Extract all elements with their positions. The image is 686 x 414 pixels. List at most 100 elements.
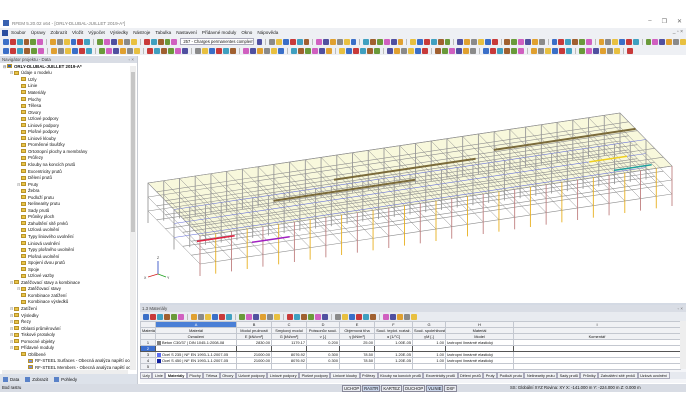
cell-name[interactable]: Ocel S 450 | NF EN 1993-1-1:2007-05 [155, 357, 237, 364]
expand-icon[interactable]: ⊟ [10, 70, 13, 75]
toolbar-button-icon[interactable] [559, 47, 565, 54]
menu-item-6[interactable]: Nástroje [133, 30, 150, 35]
toolbar-button-icon[interactable] [216, 47, 222, 54]
toolbar-button-icon[interactable] [612, 38, 619, 45]
toolbar-button-icon[interactable] [397, 38, 404, 45]
toolbar-button-icon[interactable] [600, 47, 606, 54]
toolbar-button-icon[interactable] [243, 47, 249, 54]
load-case-select[interactable]: 257 - Charges permanentes compleme [180, 38, 254, 45]
toolbar-button-icon[interactable] [323, 38, 330, 45]
toolbar-button-icon[interactable] [572, 38, 578, 45]
sheet-tab-4[interactable]: Tělesa [203, 372, 220, 379]
status-toggle-ouchop[interactable]: OUCHOP [402, 385, 426, 392]
toolbar-button-icon[interactable] [308, 313, 314, 320]
toolbar-button-icon[interactable] [250, 47, 256, 54]
toolbar-button-icon[interactable] [182, 47, 188, 54]
toolbar-button-icon[interactable] [619, 38, 625, 45]
toolbar-button-icon[interactable] [72, 47, 78, 54]
toolbar-button-icon[interactable] [287, 313, 293, 320]
toolbar-button-icon[interactable] [168, 47, 174, 54]
toolbar-button-icon[interactable] [260, 313, 266, 320]
toolbar-button-icon[interactable] [24, 47, 30, 54]
toolbar-button-icon[interactable] [264, 47, 270, 54]
toolbar-button-icon[interactable] [456, 47, 462, 54]
toolbar-button-icon[interactable] [157, 313, 163, 320]
sheet-tab-19[interactable]: Zahuštění sítě prvků [598, 372, 638, 379]
toolbar-button-icon[interactable] [464, 38, 471, 45]
toolbar-button-icon[interactable] [99, 47, 105, 54]
cell-comment[interactable] [513, 363, 681, 370]
close-button[interactable]: ✕ [677, 18, 682, 25]
toolbar-button-icon[interactable] [551, 38, 558, 45]
toolbar-button-icon[interactable] [143, 313, 149, 320]
sheet-tab-10[interactable]: Průřezy [359, 372, 378, 379]
toolbar-button-icon[interactable] [645, 38, 652, 45]
toolbar-button-icon[interactable] [56, 38, 63, 45]
cell-nu[interactable] [306, 363, 340, 370]
cell-gm[interactable] [412, 363, 446, 370]
sheet-tab-13[interactable]: Dělení prutů [457, 372, 484, 379]
toolbar-button-icon[interactable] [154, 47, 160, 54]
toolbar-button-icon[interactable] [202, 47, 208, 54]
menu-item-0[interactable]: Soubor [11, 30, 26, 35]
toolbar-button-icon[interactable] [593, 47, 599, 54]
mdi-controls[interactable]: _ ▫ × [673, 29, 683, 35]
toolbar-button-icon[interactable] [175, 47, 181, 54]
toolbar-button-icon[interactable] [484, 38, 491, 45]
toolbar-button-icon[interactable] [223, 47, 229, 54]
toolbar-button-icon[interactable] [394, 47, 400, 54]
toolbar-button-icon[interactable] [117, 38, 124, 45]
toolbar-button-icon[interactable] [408, 47, 414, 54]
toolbar-button-icon[interactable] [627, 47, 633, 54]
cell-name[interactable]: Ocel S 235 | NF EN 1993-1-1:2007-05 [155, 351, 237, 358]
toolbar-button-icon[interactable] [401, 47, 407, 54]
toolbar-button-icon[interactable] [289, 38, 296, 45]
sheet-tab-2[interactable]: Materiály [165, 372, 187, 379]
toolbar-button-icon[interactable] [422, 47, 428, 54]
toolbar-button-icon[interactable] [246, 313, 252, 320]
expand-icon[interactable]: ⊟ [10, 313, 13, 318]
toolbar-button-icon[interactable] [124, 38, 131, 45]
toolbar-button-icon[interactable] [110, 38, 117, 45]
toolbar-button-icon[interactable] [353, 47, 359, 54]
toolbar-button-icon[interactable] [326, 47, 332, 54]
status-toggle-rastr[interactable]: RASTR [362, 385, 381, 392]
expand-icon[interactable]: ⊟ [10, 326, 13, 331]
toolbar-button-icon[interactable] [397, 313, 403, 320]
toolbar-button-icon[interactable] [3, 38, 9, 45]
sheet-tab-7[interactable]: Liniové podpory [267, 372, 300, 379]
toolbar-button-icon[interactable] [552, 47, 558, 54]
toolbar-button-icon[interactable] [417, 38, 424, 45]
toolbar-button-icon[interactable] [147, 47, 153, 54]
sheet-tab-14[interactable]: Pruty [483, 372, 498, 379]
toolbar-button-icon[interactable] [349, 313, 355, 320]
toolbar-button-icon[interactable] [171, 38, 178, 45]
toolbar-button-icon[interactable] [301, 313, 307, 320]
toolbar-button-icon[interactable] [471, 38, 477, 45]
toolbar-button-icon[interactable] [298, 47, 304, 54]
toolbar-button-icon[interactable] [315, 313, 321, 320]
toolbar-button-icon[interactable] [538, 38, 545, 45]
toolbar-button-icon[interactable] [518, 47, 524, 54]
toolbar-button-icon[interactable] [490, 47, 496, 54]
expand-icon[interactable]: ⊟ [10, 306, 13, 311]
toolbar-button-icon[interactable] [294, 313, 300, 320]
toolbar-button-icon[interactable] [525, 38, 531, 45]
sheet-tab-20[interactable]: Uzlová uvolnění [637, 372, 670, 379]
toolbar-button-icon[interactable] [605, 38, 612, 45]
toolbar-button-icon[interactable] [191, 313, 197, 320]
toolbar-button-icon[interactable] [79, 47, 85, 54]
toolbar-button-icon[interactable] [103, 38, 110, 45]
table-row[interactable]: 5 [140, 363, 681, 370]
toolbar-button-icon[interactable] [312, 47, 318, 54]
toolbar-button-icon[interactable] [106, 47, 112, 54]
cell-alpha[interactable] [374, 363, 413, 370]
menu-item-11[interactable]: Nápověda [257, 30, 278, 35]
navigator-panel-controls[interactable]: ▫ × [129, 56, 134, 63]
toolbar-button-icon[interactable] [585, 38, 592, 45]
toolbar-button-icon[interactable] [31, 47, 37, 54]
toolbar-button-icon[interactable] [483, 47, 489, 54]
toolbar-button-icon[interactable] [253, 313, 259, 320]
toolbar-button-icon[interactable] [511, 47, 517, 54]
toolbar-button-icon[interactable] [322, 313, 328, 320]
